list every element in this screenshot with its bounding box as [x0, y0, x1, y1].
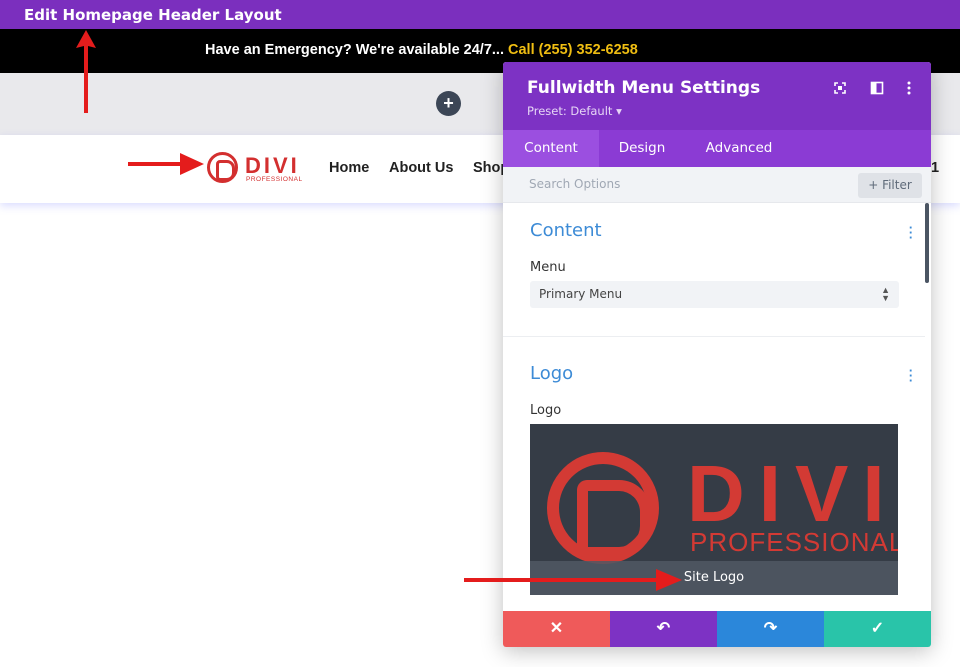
logo-label: Logo [530, 403, 561, 418]
emergency-text: Have an Emergency? We're available 24/7.… [205, 42, 638, 58]
tab-design[interactable]: Design [607, 130, 677, 167]
menu-select-value: Primary Menu [539, 287, 622, 301]
add-section-button[interactable]: + [436, 91, 461, 116]
cart-count[interactable]: 1 [931, 160, 939, 176]
panel-title: Fullwidth Menu Settings [527, 78, 760, 98]
annotation-arrow-right-icon [128, 151, 206, 177]
more-options-icon[interactable] [901, 80, 917, 96]
nav-about-us[interactable]: About Us [389, 160, 453, 176]
select-arrows-icon: ▲▼ [881, 286, 890, 302]
module-settings-panel: Fullwidth Menu Settings Preset: Default … [503, 62, 931, 647]
annotation-arrow-up-icon [74, 28, 98, 113]
panel-action-bar: ✕ ↶ ↷ ✓ [503, 611, 931, 647]
save-button[interactable]: ✓ [824, 611, 931, 647]
annotation-arrow-right-icon [464, 567, 684, 593]
site-logo[interactable]: DIVI PROFESSIONAL [207, 152, 307, 186]
search-bar: + Filter [503, 167, 931, 203]
redo-button[interactable]: ↷ [717, 611, 824, 647]
cancel-button[interactable]: ✕ [503, 611, 610, 647]
content-section-title[interactable]: Content [530, 220, 602, 241]
emergency-message: Have an Emergency? We're available 24/7.… [205, 42, 504, 58]
logo-section-more-icon[interactable]: ··· [907, 368, 915, 382]
menu-select[interactable]: Primary Menu ▲▼ [530, 281, 899, 308]
nav-home[interactable]: Home [329, 160, 369, 176]
logo-section-title[interactable]: Logo [530, 363, 573, 384]
section-divider [503, 336, 925, 337]
emergency-phone[interactable]: Call (255) 352-6258 [508, 42, 638, 58]
filter-button[interactable]: + Filter [858, 173, 922, 198]
tab-content[interactable]: Content [503, 130, 599, 167]
logo-preview-word: DIVI [687, 454, 898, 534]
content-section-more-icon[interactable]: ··· [907, 225, 915, 239]
panel-scrollbar[interactable] [925, 203, 929, 283]
logo-preview-sub: PROFESSIONAL [690, 528, 898, 556]
tab-advanced[interactable]: Advanced [699, 130, 779, 167]
search-options-input[interactable] [529, 177, 829, 191]
logo-ring-icon [207, 152, 238, 183]
settings-tabs: Content Design Advanced [503, 130, 931, 167]
fullscreen-icon[interactable] [832, 80, 848, 96]
undo-button[interactable]: ↶ [610, 611, 717, 647]
logo-preview-ring-icon [547, 452, 659, 564]
menu-label: Menu [530, 260, 566, 275]
builder-title: Edit Homepage Header Layout [24, 6, 282, 24]
panel-header: Fullwidth Menu Settings Preset: Default … [503, 62, 931, 130]
logo-sub: PROFESSIONAL [246, 176, 303, 183]
builder-top-bar: Edit Homepage Header Layout [0, 0, 960, 29]
split-view-icon[interactable] [869, 80, 885, 96]
preset-dropdown[interactable]: Preset: Default ▾ [527, 104, 622, 118]
